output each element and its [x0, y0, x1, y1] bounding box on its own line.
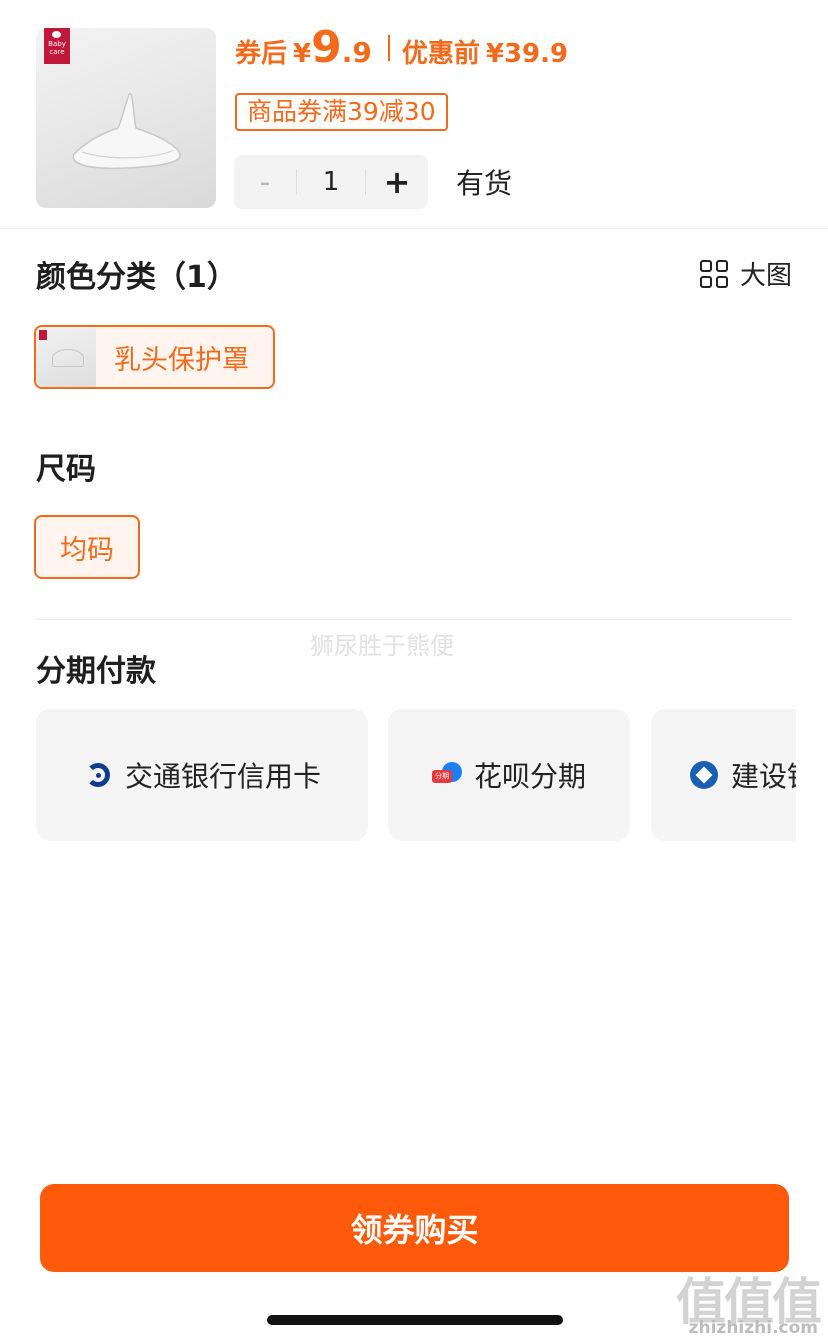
watermark-text: 狮尿胜于熊便: [310, 632, 454, 660]
grid-icon: [699, 259, 728, 288]
bocom-icon: [83, 760, 113, 790]
size-section-title: 尺码: [36, 452, 96, 487]
coupon-badge: 商品券满39减30: [235, 93, 448, 131]
header-divider: [0, 228, 828, 229]
site-watermark-url: zhizhizhi.com: [688, 1318, 818, 1338]
quantity-value[interactable]: 1: [297, 167, 365, 197]
price-label: 券后: [235, 39, 288, 69]
installment-section-title: 分期付款: [36, 654, 156, 689]
installment-ccb-card[interactable]: 建设银: [651, 709, 796, 841]
price-decimal: .9: [341, 36, 372, 69]
price-separator: [387, 35, 390, 61]
installment-label: 花呗分期: [473, 760, 586, 793]
installment-label: 建设银: [731, 760, 796, 793]
original-price: ¥39.9: [485, 39, 569, 69]
ccb-icon: [689, 760, 719, 790]
home-indicator[interactable]: [267, 1315, 563, 1325]
claim-coupon-buy-button[interactable]: 领券购买: [40, 1184, 789, 1272]
quantity-stepper: - 1 +: [234, 155, 428, 209]
increment-button[interactable]: +: [366, 163, 428, 201]
currency-symbol: ¥: [293, 39, 312, 69]
option-label: 均码: [60, 534, 114, 566]
installment-label: 交通银行信用卡: [124, 760, 321, 793]
stock-status: 有货: [456, 167, 513, 200]
product-image[interactable]: Baby care: [36, 28, 216, 208]
big-view-label: 大图: [739, 261, 792, 291]
installment-bocom-card[interactable]: 交通银行信用卡: [36, 709, 368, 841]
price-integer: 9: [311, 22, 342, 73]
big-view-toggle[interactable]: 大图: [699, 255, 792, 292]
section-divider: [36, 619, 792, 620]
nipple-shield-image: [72, 92, 181, 170]
original-price-label: 优惠前: [401, 39, 480, 69]
size-option-one-size[interactable]: 均码: [34, 515, 140, 579]
price-row: 券后 ¥ 9 .9 优惠前 ¥39.9: [235, 18, 568, 78]
option-label: 乳头保护罩: [114, 344, 249, 376]
color-option-nipple-shield[interactable]: 乳头保护罩: [34, 325, 275, 389]
installment-options[interactable]: 交通银行信用卡 分期 花呗分期 建设银: [36, 709, 796, 841]
huabei-icon: 分期: [431, 760, 462, 790]
color-section-title: 颜色分类（1）: [36, 260, 237, 295]
decrement-button[interactable]: -: [234, 165, 296, 200]
option-thumbnail: [36, 327, 96, 387]
installment-huabei-card[interactable]: 分期 花呗分期: [388, 709, 630, 841]
